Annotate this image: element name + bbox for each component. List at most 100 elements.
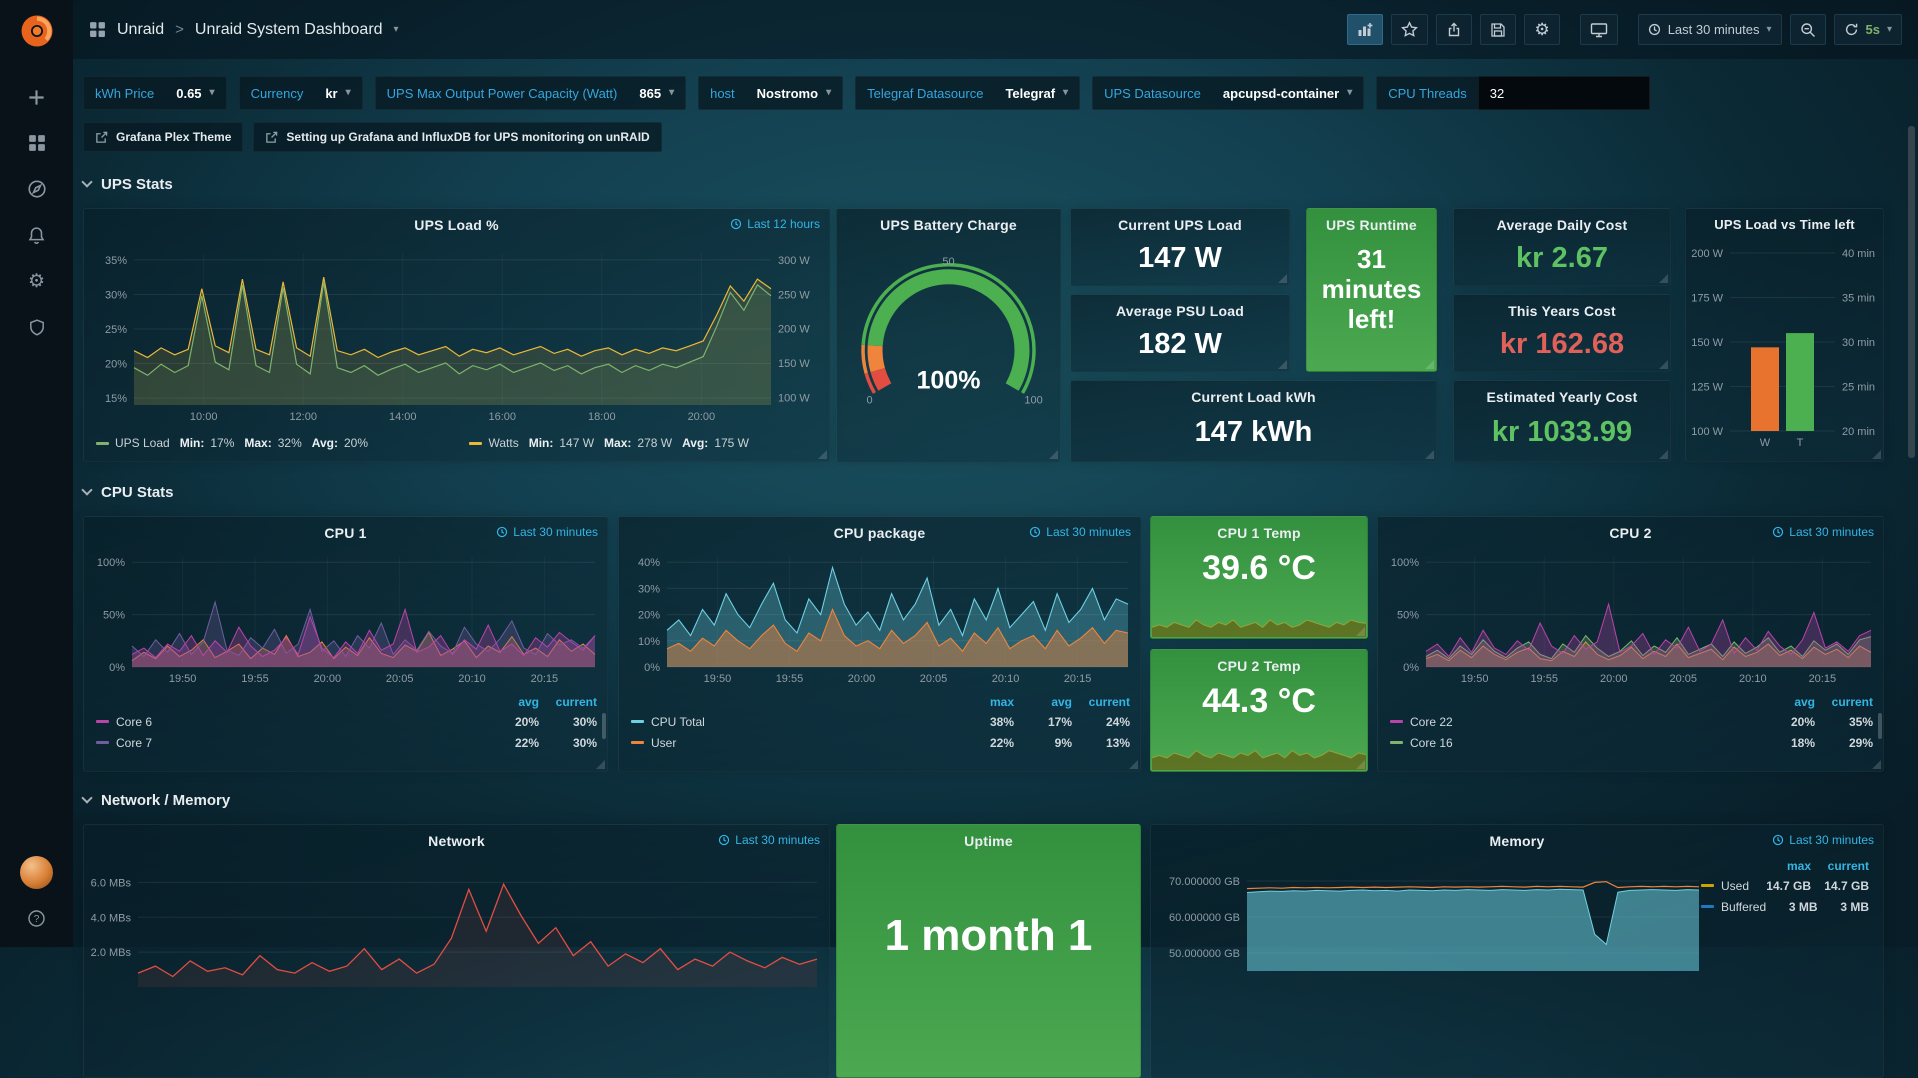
panel-resize-handle[interactable]: [1356, 627, 1365, 636]
panel-time-range[interactable]: Last 12 hours: [730, 217, 820, 231]
svg-text:300 W: 300 W: [778, 255, 810, 267]
memory-chart[interactable]: 70.000000 GB60.000000 GB50.000000 GB: [1155, 855, 1705, 995]
add-panel-button[interactable]: [1347, 14, 1383, 45]
breadcrumb-separator: >: [175, 21, 184, 38]
sidebar-item-create[interactable]: [0, 74, 73, 120]
legend-item[interactable]: Used14.7 GB14.7 GB: [1701, 875, 1869, 896]
legend-item[interactable]: CPU Total38%17%24%: [631, 711, 1130, 732]
panel-title[interactable]: This Years Cost: [1454, 303, 1670, 319]
panel-title[interactable]: UPS Runtime: [1307, 217, 1436, 233]
panel-title[interactable]: UPS Load %: [84, 217, 829, 233]
legend-item[interactable]: Core 1618%29%: [1390, 732, 1873, 753]
cpu-package-chart[interactable]: 40%30%20%10%0%19:5019:5520:0020:0520:102…: [623, 547, 1136, 689]
section-cpu-stats[interactable]: CPU Stats: [83, 484, 174, 501]
sidebar-item-dashboards[interactable]: [0, 120, 73, 166]
panel-resize-handle[interactable]: [1659, 274, 1668, 283]
network-chart[interactable]: 6.0 MBs4.0 MBs2.0 MBs: [88, 855, 825, 1013]
panel-resize-handle[interactable]: [1872, 760, 1881, 769]
link-ups-monitoring-guide[interactable]: Setting up Grafana and InfluxDB for UPS …: [253, 122, 661, 152]
panel-time-range[interactable]: Last 30 minutes: [1772, 525, 1874, 539]
panel-resize-handle[interactable]: [1356, 760, 1365, 769]
panel-resize-handle[interactable]: [1129, 760, 1138, 769]
link-grafana-plex-theme[interactable]: Grafana Plex Theme: [83, 122, 243, 152]
chevron-down-icon: ▾: [1063, 88, 1068, 98]
panel-title[interactable]: Network: [84, 833, 829, 849]
section-ups-stats[interactable]: UPS Stats: [83, 176, 173, 193]
user-avatar[interactable]: [20, 856, 53, 889]
legend-item[interactable]: Core 620%30%: [96, 711, 597, 732]
panel-title[interactable]: Average Daily Cost: [1454, 217, 1670, 233]
panel-title[interactable]: Estimated Yearly Cost: [1454, 389, 1670, 405]
dashboard-title[interactable]: Unraid System Dashboard: [195, 21, 383, 39]
svg-text:35 min: 35 min: [1842, 293, 1875, 305]
grafana-logo[interactable]: [16, 10, 58, 52]
panel-time-range[interactable]: Last 30 minutes: [496, 525, 598, 539]
variable-label: CPU Threads: [1377, 86, 1478, 101]
svg-text:20:15: 20:15: [1809, 673, 1837, 685]
panel-resize-handle[interactable]: [1872, 450, 1881, 459]
panel-resize-handle[interactable]: [1049, 450, 1058, 459]
legend-scrollbar[interactable]: [602, 713, 606, 739]
panel-resize-handle[interactable]: [1425, 360, 1434, 369]
panel-resize-handle[interactable]: [1278, 360, 1287, 369]
variable-value-dropdown[interactable]: kr▾: [314, 86, 361, 101]
ups-bars-chart[interactable]: 200 W175 W150 W125 W100 W40 min35 min30 …: [1690, 239, 1879, 455]
ups-load-chart[interactable]: 35%30%25%20%15%300 W250 W200 W150 W100 W…: [88, 239, 825, 429]
legend-item[interactable]: Buffered3 MB3 MB: [1701, 896, 1869, 917]
chevron-down-icon[interactable]: ▾: [394, 25, 399, 35]
share-button[interactable]: [1436, 14, 1472, 45]
favorite-button[interactable]: [1391, 14, 1428, 45]
cpu-threads-input[interactable]: [1478, 76, 1650, 110]
variable-value-dropdown[interactable]: Telegraf▾: [994, 86, 1079, 101]
legend-item[interactable]: User22%9%13%: [631, 732, 1130, 753]
panel-resize-handle[interactable]: [818, 450, 827, 459]
panel-resize-handle[interactable]: [1425, 450, 1434, 459]
dashboard-settings-button[interactable]: ⚙: [1524, 14, 1559, 45]
cpu2-chart[interactable]: 100%50%0%19:5019:5520:0020:0520:1020:15: [1382, 547, 1879, 689]
variable-value-dropdown[interactable]: 865▾: [628, 86, 685, 101]
monitor-icon: [1590, 22, 1608, 38]
panel-title[interactable]: UPS Battery Charge: [837, 217, 1060, 233]
panel-resize-handle[interactable]: [1659, 360, 1668, 369]
panel-title[interactable]: UPS Load vs Time left: [1686, 217, 1883, 232]
legend-item[interactable]: UPS Load Min: 17% Max: 32% Avg: 20%: [96, 436, 368, 450]
sidebar-item-configuration[interactable]: ⚙: [0, 258, 73, 304]
variable-value-dropdown[interactable]: apcupsd-container▾: [1212, 86, 1363, 101]
sidebar-item-alerting[interactable]: [0, 212, 73, 258]
sidebar-item-explore[interactable]: [0, 166, 73, 212]
cpu1-temp-sparkline: [1152, 603, 1366, 637]
page-scrollbar[interactable]: [1908, 126, 1915, 458]
svg-text:40%: 40%: [638, 557, 660, 569]
panel-time-range[interactable]: Last 30 minutes: [1772, 833, 1874, 847]
refresh-interval-label[interactable]: 5s: [1866, 22, 1880, 37]
legend-item[interactable]: Watts Min: 147 W Max: 278 W Avg: 175 W: [469, 436, 749, 450]
panel-title[interactable]: Average PSU Load: [1071, 303, 1289, 319]
sidebar-item-help[interactable]: ?: [0, 903, 73, 933]
panel-title[interactable]: Uptime: [837, 833, 1140, 849]
variable-value-dropdown[interactable]: Nostromo▾: [746, 86, 842, 101]
time-range-picker[interactable]: Last 30 minutes ▾: [1638, 14, 1782, 45]
sidebar-item-server-admin[interactable]: [0, 304, 73, 350]
panel-resize-handle[interactable]: [1659, 450, 1668, 459]
legend-item[interactable]: Core 2220%35%: [1390, 711, 1873, 732]
panel-title[interactable]: CPU 2 Temp: [1151, 658, 1367, 674]
legend-scrollbar[interactable]: [1878, 713, 1882, 739]
section-network-memory[interactable]: Network / Memory: [83, 792, 230, 809]
cpu1-chart[interactable]: 100%50%0%19:5019:5520:0020:0520:1020:15: [88, 547, 603, 689]
battery-gauge[interactable]: 050100100%: [845, 239, 1052, 453]
panel-time-range[interactable]: Last 30 minutes: [1029, 525, 1131, 539]
tv-mode-button[interactable]: [1580, 14, 1618, 45]
variable-value-dropdown[interactable]: 0.65▾: [165, 86, 225, 101]
stat-value: 1 month 1: [837, 911, 1140, 961]
save-button[interactable]: [1480, 14, 1516, 45]
zoom-out-button[interactable]: [1790, 14, 1826, 45]
panel-resize-handle[interactable]: [596, 760, 605, 769]
refresh-button[interactable]: 5s ▾: [1834, 14, 1903, 45]
panel-time-range[interactable]: Last 30 minutes: [718, 833, 820, 847]
breadcrumb-folder[interactable]: Unraid: [117, 21, 164, 39]
legend-item[interactable]: Core 722%30%: [96, 732, 597, 753]
panel-resize-handle[interactable]: [1278, 274, 1287, 283]
panel-title[interactable]: Current Load kWh: [1071, 389, 1436, 405]
panel-title[interactable]: CPU 1 Temp: [1151, 525, 1367, 541]
panel-title[interactable]: Current UPS Load: [1071, 217, 1289, 233]
